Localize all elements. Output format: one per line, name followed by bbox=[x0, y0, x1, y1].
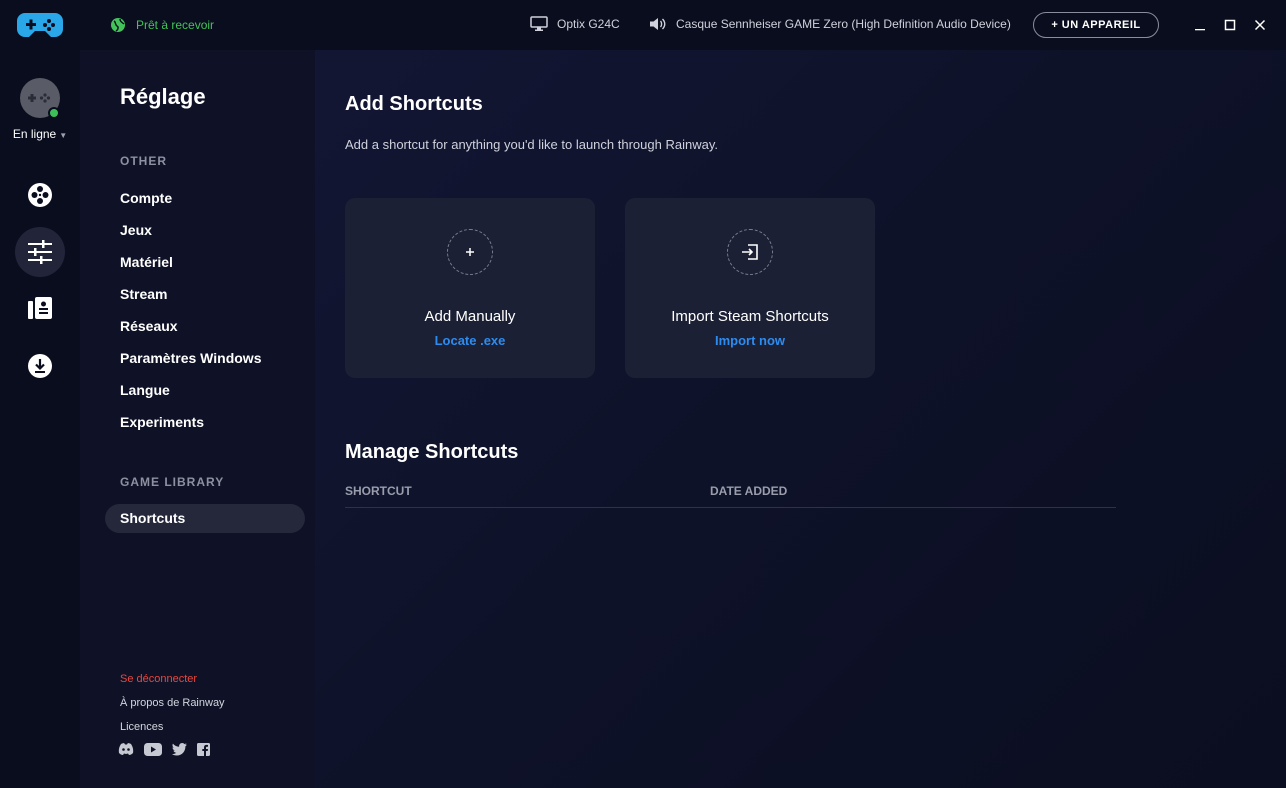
nav-item-stream[interactable]: Stream bbox=[120, 286, 167, 302]
discord-icon[interactable] bbox=[118, 742, 134, 756]
maximize-button[interactable] bbox=[1219, 14, 1241, 36]
add-manually-title: Add Manually bbox=[424, 308, 516, 325]
manage-shortcuts-heading: Manage Shortcuts bbox=[345, 441, 519, 463]
film-reel-icon bbox=[28, 183, 52, 207]
rail-item-settings[interactable] bbox=[15, 227, 65, 277]
download-icon bbox=[28, 354, 52, 378]
table-divider bbox=[345, 507, 1116, 508]
add-shortcuts-subtitle: Add a shortcut for anything you'd like t… bbox=[345, 137, 718, 152]
chevron-down-icon: ▼ bbox=[59, 131, 68, 140]
speaker-icon bbox=[650, 18, 666, 30]
left-rail: En ligne ▼ bbox=[0, 50, 80, 788]
nav-item-reseaux[interactable]: Réseaux bbox=[120, 318, 178, 334]
facebook-icon[interactable] bbox=[197, 742, 210, 756]
nav-item-materiel[interactable]: Matériel bbox=[120, 254, 173, 270]
audio-device-name: Casque Sennheiser GAME Zero (High Defini… bbox=[676, 17, 1011, 31]
minimize-icon bbox=[1195, 29, 1205, 31]
gamepad-icon bbox=[28, 93, 51, 103]
add-icon-circle bbox=[447, 229, 493, 275]
nav-section-game-library: GAME LIBRARY bbox=[120, 475, 225, 489]
nav-item-experiments[interactable]: Experiments bbox=[120, 414, 204, 430]
audio-selector[interactable]: Casque Sennheiser GAME Zero (High Defini… bbox=[649, 16, 1011, 32]
rail-item-games[interactable] bbox=[15, 170, 65, 220]
presence-selector[interactable]: En ligne ▼ bbox=[0, 127, 80, 141]
youtube-icon[interactable] bbox=[144, 742, 162, 756]
sliders-icon bbox=[28, 240, 52, 264]
nav-item-langue[interactable]: Langue bbox=[120, 382, 170, 398]
twitter-icon[interactable] bbox=[172, 742, 187, 756]
logout-link[interactable]: Se déconnecter bbox=[120, 673, 197, 685]
plus-icon bbox=[466, 248, 474, 256]
globe-icon bbox=[111, 18, 125, 32]
nav-item-compte[interactable]: Compte bbox=[120, 190, 172, 206]
column-header-date-added[interactable]: DATE ADDED bbox=[710, 484, 787, 498]
import-icon bbox=[742, 244, 758, 260]
locate-exe-link[interactable]: Locate .exe bbox=[345, 333, 595, 348]
settings-nav: Réglage OTHER Compte Jeux Matériel Strea… bbox=[80, 50, 315, 788]
nav-section-other: OTHER bbox=[120, 154, 167, 168]
receive-status: Prêt à recevoir bbox=[110, 17, 214, 33]
rail-item-library[interactable] bbox=[15, 284, 65, 334]
close-button[interactable] bbox=[1249, 14, 1271, 36]
minimize-button[interactable] bbox=[1189, 14, 1211, 36]
add-device-button[interactable]: + UN APPAREIL bbox=[1033, 12, 1159, 38]
import-icon-circle bbox=[727, 229, 773, 275]
about-link[interactable]: À propos de Rainway bbox=[120, 697, 225, 709]
main-content: Add Shortcuts Add a shortcut for anythin… bbox=[315, 50, 1286, 788]
import-steam-card[interactable]: Import Steam Shortcuts Import now bbox=[625, 198, 875, 378]
import-steam-title: Import Steam Shortcuts bbox=[671, 308, 829, 325]
social-links bbox=[118, 742, 210, 756]
page-title: Réglage bbox=[120, 84, 206, 109]
close-icon bbox=[1254, 19, 1266, 31]
presence-label: En ligne bbox=[12, 127, 57, 141]
status-text: Prêt à recevoir bbox=[136, 18, 215, 32]
nav-item-shortcuts[interactable]: Shortcuts bbox=[105, 504, 305, 533]
rainway-logo-icon[interactable] bbox=[17, 11, 63, 39]
column-header-shortcut[interactable]: SHORTCUT bbox=[345, 484, 412, 498]
import-now-link[interactable]: Import now bbox=[625, 333, 875, 348]
add-manually-card[interactable]: Add Manually Locate .exe bbox=[345, 198, 595, 378]
monitor-icon bbox=[530, 16, 548, 31]
monitor-name: Optix G24C bbox=[557, 17, 620, 31]
add-shortcuts-heading: Add Shortcuts bbox=[345, 93, 483, 115]
library-icon bbox=[28, 297, 52, 319]
maximize-icon bbox=[1224, 19, 1236, 31]
title-bar: Prêt à recevoir Optix G24C Casque Sennhe… bbox=[0, 0, 1286, 50]
rail-item-downloads[interactable] bbox=[15, 341, 65, 391]
nav-item-parametres-windows[interactable]: Paramètres Windows bbox=[120, 350, 261, 366]
monitor-selector[interactable]: Optix G24C bbox=[530, 16, 620, 32]
licenses-link[interactable]: Licences bbox=[120, 721, 163, 733]
online-indicator bbox=[48, 107, 60, 119]
nav-item-jeux[interactable]: Jeux bbox=[120, 222, 152, 238]
